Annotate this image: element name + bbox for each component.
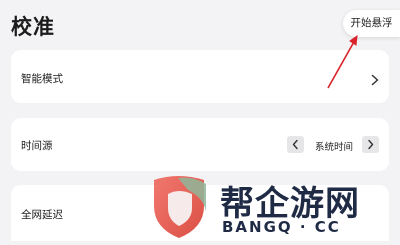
time-source-prev-button[interactable]	[287, 136, 304, 153]
smart-mode-row[interactable]: 智能模式	[11, 50, 389, 103]
page-title: 校准	[11, 15, 55, 39]
time-source-next-button[interactable]	[362, 136, 379, 153]
time-source-row: 时间源 系统时间	[11, 118, 389, 171]
smart-mode-label: 智能模式	[21, 73, 63, 85]
time-source-value: 系统时间	[315, 142, 354, 153]
time-source-label: 时间源	[21, 140, 53, 152]
start-floating-button[interactable]: 开始悬浮	[343, 10, 400, 37]
chevron-right-icon	[369, 71, 381, 86]
chevron-right-icon	[368, 139, 374, 150]
network-delay-row[interactable]: 全网延迟	[11, 185, 389, 241]
chevron-left-icon	[292, 139, 298, 150]
network-delay-label: 全网延迟	[21, 209, 63, 221]
